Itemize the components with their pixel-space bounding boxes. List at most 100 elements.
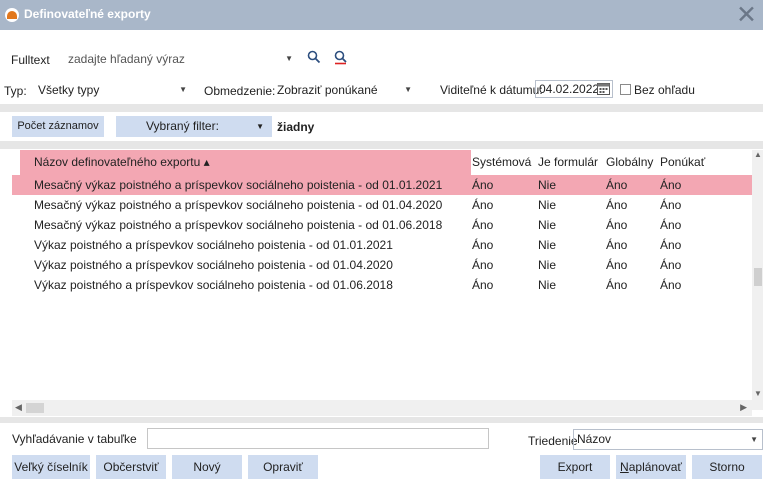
separator	[0, 141, 763, 149]
cell-is-form: Nie	[538, 238, 557, 252]
table-row[interactable]: Výkaz poistného a príspevkov sociálneho …	[12, 255, 753, 275]
record-count-button[interactable]: Počet záznamov	[12, 116, 104, 137]
cell-system: Áno	[472, 198, 494, 212]
table-row[interactable]: Mesačný výkaz poistného a príspevkov soc…	[12, 195, 753, 215]
cell-name: Mesačný výkaz poistného a príspevkov soc…	[34, 218, 443, 232]
cell-system: Áno	[472, 258, 494, 272]
schedule-button[interactable]: Naplánovať	[616, 455, 686, 479]
sort-value: Názov	[577, 432, 612, 446]
separator	[0, 104, 763, 112]
clear-search-icon[interactable]	[334, 50, 348, 65]
scroll-thumb[interactable]	[754, 268, 762, 286]
cell-offer: Áno	[660, 258, 682, 272]
cell-is-form: Nie	[538, 258, 557, 272]
records-toolbar: Počet záznamov Vybraný filter: ▼ žiadny	[0, 112, 763, 140]
table-row[interactable]: Výkaz poistného a príspevkov sociálneho …	[12, 275, 753, 295]
type-value: Všetky typy	[38, 83, 100, 97]
restriction-label: Obmedzenie:	[204, 84, 276, 98]
type-label: Typ:	[4, 84, 27, 98]
exports-table: Názov definovateľného exportu ▴ Systémov…	[12, 150, 753, 400]
column-header-system[interactable]: Systémová	[468, 150, 534, 175]
ignore-date-checkbox[interactable]	[620, 84, 631, 95]
table-search-label: Vyhľadávanie v tabuľke	[12, 432, 137, 446]
table-row[interactable]: Výkaz poistného a príspevkov sociálneho …	[12, 235, 753, 255]
table-row[interactable]: Mesačný výkaz poistného a príspevkov soc…	[12, 175, 753, 195]
scroll-right-icon[interactable]: ▶	[740, 402, 747, 413]
scroll-thumb[interactable]	[26, 403, 44, 413]
cell-name: Výkaz poistného a príspevkov sociálneho …	[34, 258, 393, 272]
ignore-date-label: Bez ohľadu	[634, 83, 695, 97]
cell-global: Áno	[606, 218, 628, 232]
column-header-offer[interactable]: Ponúkať	[656, 150, 753, 175]
cell-name: Mesačný výkaz poistného a príspevkov soc…	[34, 198, 443, 212]
edit-button[interactable]: Opraviť	[248, 455, 318, 479]
cell-global: Áno	[606, 258, 628, 272]
fulltext-label: Fulltext	[11, 53, 50, 67]
chevron-down-icon[interactable]: ▼	[256, 116, 264, 137]
fulltext-input[interactable]: zadajte hľadaný výraz ▼	[64, 50, 298, 68]
cell-global: Áno	[606, 178, 628, 192]
fulltext-placeholder: zadajte hľadaný výraz	[68, 52, 185, 66]
scroll-down-icon[interactable]: ▼	[754, 389, 762, 398]
table-search-value	[148, 431, 151, 445]
scroll-left-icon[interactable]: ◀	[15, 402, 22, 413]
table-search-input[interactable]	[147, 428, 489, 449]
cell-name: Mesačný výkaz poistného a príspevkov soc…	[34, 178, 443, 192]
filter-label: Vybraný filter:	[146, 119, 219, 133]
cell-is-form: Nie	[538, 278, 557, 292]
export-button[interactable]: Export	[540, 455, 610, 479]
table-search-row: Vyhľadávanie v tabuľke Triedenie Názov ▼	[0, 424, 763, 454]
cell-is-form: Nie	[538, 218, 557, 232]
cell-global: Áno	[606, 278, 628, 292]
restriction-value: Zobraziť ponúkané	[277, 83, 378, 97]
refresh-button[interactable]: Občerstviť	[96, 455, 166, 479]
cell-offer: Áno	[660, 218, 682, 232]
chevron-down-icon[interactable]: ▼	[179, 82, 187, 98]
column-header-is-form[interactable]: Je formulár	[534, 150, 602, 175]
cell-name: Výkaz poistného a príspevkov sociálneho …	[34, 238, 393, 252]
restriction-select[interactable]: Zobraziť ponúkané ▼	[273, 81, 417, 99]
cell-global: Áno	[606, 198, 628, 212]
chevron-down-icon[interactable]: ▼	[750, 430, 758, 449]
cell-system: Áno	[472, 218, 494, 232]
cell-offer: Áno	[660, 198, 682, 212]
visible-date-value: 04.02.2022	[539, 82, 600, 96]
scroll-up-icon[interactable]: ▲	[754, 150, 762, 159]
calendar-icon[interactable]	[597, 82, 610, 95]
cancel-button[interactable]: Storno	[692, 455, 762, 479]
chevron-down-icon[interactable]: ▼	[285, 51, 293, 67]
table-header: Názov definovateľného exportu ▴ Systémov…	[12, 150, 753, 175]
cell-system: Áno	[472, 278, 494, 292]
chevron-down-icon[interactable]: ▼	[404, 82, 412, 98]
column-header-global[interactable]: Globálny	[602, 150, 656, 175]
title-bar: Definovateľné exporty ✕	[0, 0, 763, 30]
sort-select[interactable]: Názov ▼	[573, 429, 763, 450]
vertical-scrollbar[interactable]: ▲ ▼	[752, 150, 763, 410]
visible-date-label: Viditeľné k dátumu:	[440, 83, 543, 97]
table-row[interactable]: Mesačný výkaz poistného a príspevkov soc…	[12, 215, 753, 235]
cell-system: Áno	[472, 178, 494, 192]
filter-select[interactable]: Vybraný filter: ▼	[116, 116, 272, 137]
filter-value: žiadny	[277, 120, 315, 134]
cell-is-form: Nie	[538, 198, 557, 212]
cell-offer: Áno	[660, 178, 682, 192]
cell-global: Áno	[606, 238, 628, 252]
cell-system: Áno	[472, 238, 494, 252]
cell-is-form: Nie	[538, 178, 557, 192]
sort-label: Triedenie	[528, 434, 578, 448]
horizontal-scrollbar[interactable]: ◀ ▶	[12, 400, 752, 416]
new-button[interactable]: Nový	[172, 455, 242, 479]
app-logo-icon	[5, 8, 19, 22]
big-dictionary-button[interactable]: Veľký číselník	[12, 455, 90, 479]
search-icon[interactable]	[307, 50, 321, 64]
separator	[0, 417, 763, 423]
cell-offer: Áno	[660, 238, 682, 252]
window-title: Definovateľné exporty	[24, 7, 151, 21]
schedule-label: aplánovať	[628, 460, 682, 474]
column-header-name[interactable]: Názov definovateľného exportu ▴	[20, 150, 472, 175]
schedule-accelerator: N	[620, 460, 629, 474]
cell-name: Výkaz poistného a príspevkov sociálneho …	[34, 278, 393, 292]
filter-panel: Fulltext zadajte hľadaný výraz ▼ Typ: Vš…	[0, 30, 763, 109]
close-icon[interactable]: ✕	[736, 1, 757, 29]
type-select[interactable]: Všetky typy ▼	[34, 81, 192, 99]
